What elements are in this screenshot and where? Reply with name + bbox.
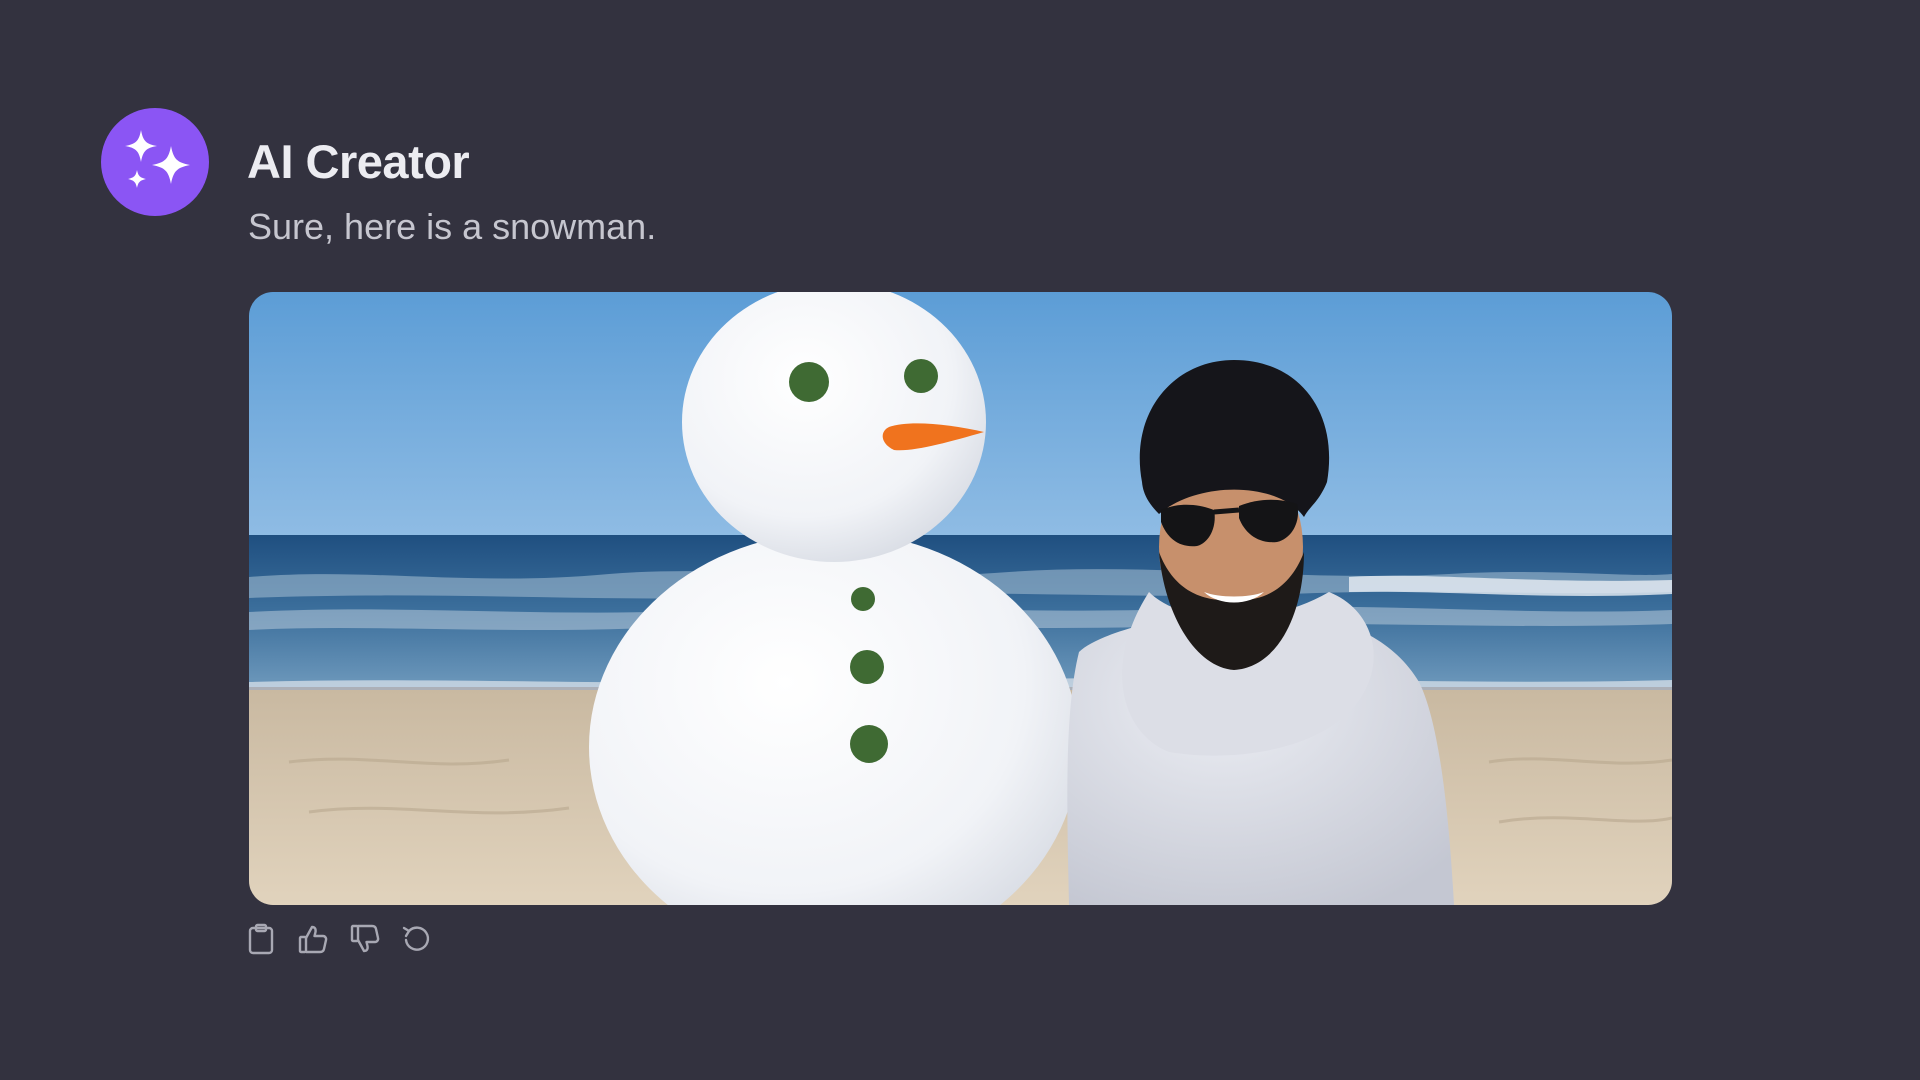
- thumbs-down-icon: [350, 924, 380, 953]
- thumbs-down-button[interactable]: [348, 922, 382, 956]
- ai-avatar: [101, 108, 209, 216]
- thumbs-up-icon: [298, 925, 328, 954]
- regenerate-icon: [402, 926, 430, 951]
- sparkles-icon: [125, 130, 190, 188]
- thumbs-up-button[interactable]: [296, 922, 330, 956]
- generated-image[interactable]: [249, 292, 1672, 905]
- regenerate-button[interactable]: [400, 922, 434, 956]
- message-actions: [244, 922, 434, 956]
- clipboard-icon: [248, 923, 274, 955]
- message-text: Sure, here is a snowman.: [248, 206, 657, 247]
- copy-button[interactable]: [244, 922, 278, 956]
- sender-name: AI Creator: [247, 135, 470, 188]
